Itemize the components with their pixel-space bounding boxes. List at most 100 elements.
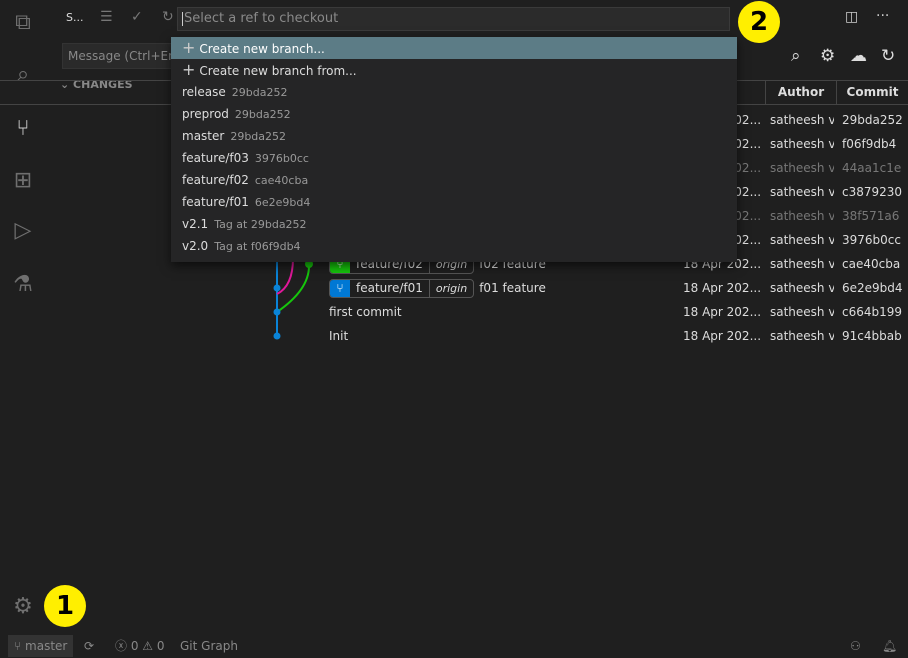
commit-node (273, 332, 281, 340)
ref-detail: 6e2e9bd4 (254, 196, 311, 209)
more-actions-icon[interactable]: ··· (876, 8, 889, 24)
ref-quick-pick: + Create new branch... + Create new branch… (171, 37, 737, 262)
ref-name: v2.1 (182, 217, 209, 231)
ref-name: feature/f01 (182, 195, 249, 209)
ref-item[interactable]: preprod 29bda252 (171, 103, 737, 125)
commit-description: Init (329, 329, 349, 343)
commit-author: satheesh v (770, 209, 834, 223)
branch-name: master (25, 639, 68, 653)
ref-item[interactable]: v2.1 Tag at 29bda252 (171, 213, 737, 235)
commit-message-input[interactable]: Message (Ctrl+Enter to commit) (62, 43, 182, 69)
error-count: 0 (130, 639, 139, 653)
commit-hash: 38f571a6 (842, 209, 900, 223)
explorer-icon[interactable]: ⧉ (10, 10, 36, 36)
commit-date: 18 Apr 202... (683, 329, 762, 343)
status-bar: ⑂ master ⟳ ⓧ 0 ⚠ 0 Git Graph ⚇ 🔔︎ (0, 634, 908, 658)
ref-item[interactable]: v2.0 Tag at f06f9db4 (171, 235, 737, 257)
commit-date: 18 Apr 202... (683, 281, 762, 295)
refresh-graph-icon[interactable]: ↻ (881, 46, 895, 66)
commit-author: satheesh v (770, 137, 834, 151)
commit-author: satheesh v (770, 233, 834, 247)
branch-label[interactable]: ⑂ feature/f01 origin (329, 279, 475, 298)
commit-author: satheesh v (770, 113, 834, 127)
commit-hash: 3976b0cc (842, 233, 901, 247)
ref-name: v2.0 (182, 239, 209, 253)
ref-name: release (182, 85, 226, 99)
ref-detail: 29bda252 (230, 130, 287, 143)
commit-row[interactable]: Init 18 Apr 202... satheesh v 91c4bbab (0, 324, 908, 348)
branch-status-button[interactable]: ⑂ master (8, 635, 74, 657)
find-icon[interactable]: ⌕ (791, 46, 801, 66)
ref-detail: Tag at f06f9db4 (214, 240, 301, 253)
ref-name: master (182, 129, 225, 143)
problems-button[interactable]: ⓧ 0 ⚠ 0 (115, 634, 165, 658)
commit-hash: c3879230 (842, 185, 903, 199)
description-cell: first commit (329, 300, 679, 324)
branch-icon: ⑂ (14, 639, 22, 653)
commit-hash: f06f9db4 (842, 137, 897, 151)
ref-name: feature/f03 (182, 151, 249, 165)
ref-detail: 29bda252 (234, 108, 291, 121)
commit-node (273, 284, 281, 292)
ref-item[interactable]: feature/f01 6e2e9bd4 (171, 191, 737, 213)
commit-author: satheesh v (770, 305, 834, 319)
split-editor-icon[interactable]: ◫ (845, 9, 858, 25)
plus-icon: + (182, 60, 196, 79)
ref-item[interactable]: feature/f02 cae40cba (171, 169, 737, 191)
sidebar-title: S... (66, 11, 84, 24)
commit-description: first commit (329, 305, 402, 319)
commit-hash: 44aa1c1e (842, 161, 902, 175)
commit-date: 18 Apr 202... (683, 305, 762, 319)
branch-icon: ⑂ (330, 280, 350, 297)
ref-detail: 3976b0cc (254, 152, 309, 165)
view-as-tree-icon[interactable]: ☰ (100, 9, 113, 25)
ref-checkout-input[interactable]: Select a ref to checkout (177, 7, 730, 31)
commit-node (273, 308, 281, 316)
ref-detail: Tag at 29bda252 (214, 218, 307, 231)
ref-checkout-placeholder: Select a ref to checkout (184, 11, 339, 26)
ref-detail: 29bda252 (231, 86, 288, 99)
commit-hash: cae40cba (842, 257, 901, 271)
refresh-icon[interactable]: ↻ (162, 9, 174, 25)
fetch-cloud-icon[interactable]: ☁ (850, 46, 867, 66)
commit-hash: 6e2e9bd4 (842, 281, 903, 295)
branch-name: feature/f01 (356, 281, 423, 295)
create-new-branch-from-item[interactable]: + Create new branch from... (171, 59, 737, 81)
column-author[interactable]: Author (765, 81, 836, 104)
settings-gear-icon[interactable]: ⚙ (10, 594, 36, 620)
annotation-badge-1: 1 (44, 585, 86, 627)
sync-icon[interactable]: ⟳ (84, 634, 94, 658)
plus-icon: + (182, 38, 196, 57)
ref-detail: cae40cba (254, 174, 309, 187)
description-cell: Init (329, 324, 679, 348)
description-cell: ⑂ feature/f01 origin f01 feature (329, 276, 679, 300)
git-graph-button[interactable]: Git Graph (180, 634, 238, 658)
commit-author: satheesh v (770, 161, 834, 175)
ref-item[interactable]: feature/f03 3976b0cc (171, 147, 737, 169)
item-label: Create new branch... (199, 42, 325, 56)
warning-count: 0 (156, 639, 165, 653)
column-commit[interactable]: Commit (836, 81, 908, 104)
accounts-icon[interactable]: ⚇ (850, 634, 861, 658)
annotation-badge-2: 2 (738, 1, 780, 43)
commit-row[interactable]: ⑂ feature/f01 origin f01 feature 18 Apr 202… (0, 276, 908, 300)
commit-check-icon[interactable]: ✓ (131, 9, 143, 25)
commit-author: satheesh v (770, 281, 834, 295)
repo-settings-icon[interactable]: ⚙ (820, 46, 835, 66)
commit-hash: 29bda252 (842, 113, 903, 127)
create-new-branch-item[interactable]: + Create new branch... (171, 37, 737, 59)
commit-hash: c664b199 (842, 305, 903, 319)
notifications-bell-icon[interactable]: 🔔︎ (882, 634, 897, 658)
ref-name: feature/f02 (182, 173, 249, 187)
ref-item[interactable]: master 29bda252 (171, 125, 737, 147)
remote-name: origin (428, 280, 473, 297)
commit-author: satheesh v (770, 257, 834, 271)
ref-item[interactable]: release 29bda252 (171, 81, 737, 103)
ref-name: preprod (182, 107, 229, 121)
commit-description: f01 feature (479, 281, 546, 295)
commit-author: satheesh v (770, 329, 834, 343)
item-label: Create new branch from... (199, 64, 357, 78)
commit-row[interactable]: first commit 18 Apr 202... satheesh v c6… (0, 300, 908, 324)
commit-hash: 91c4bbab (842, 329, 902, 343)
commit-author: satheesh v (770, 185, 834, 199)
